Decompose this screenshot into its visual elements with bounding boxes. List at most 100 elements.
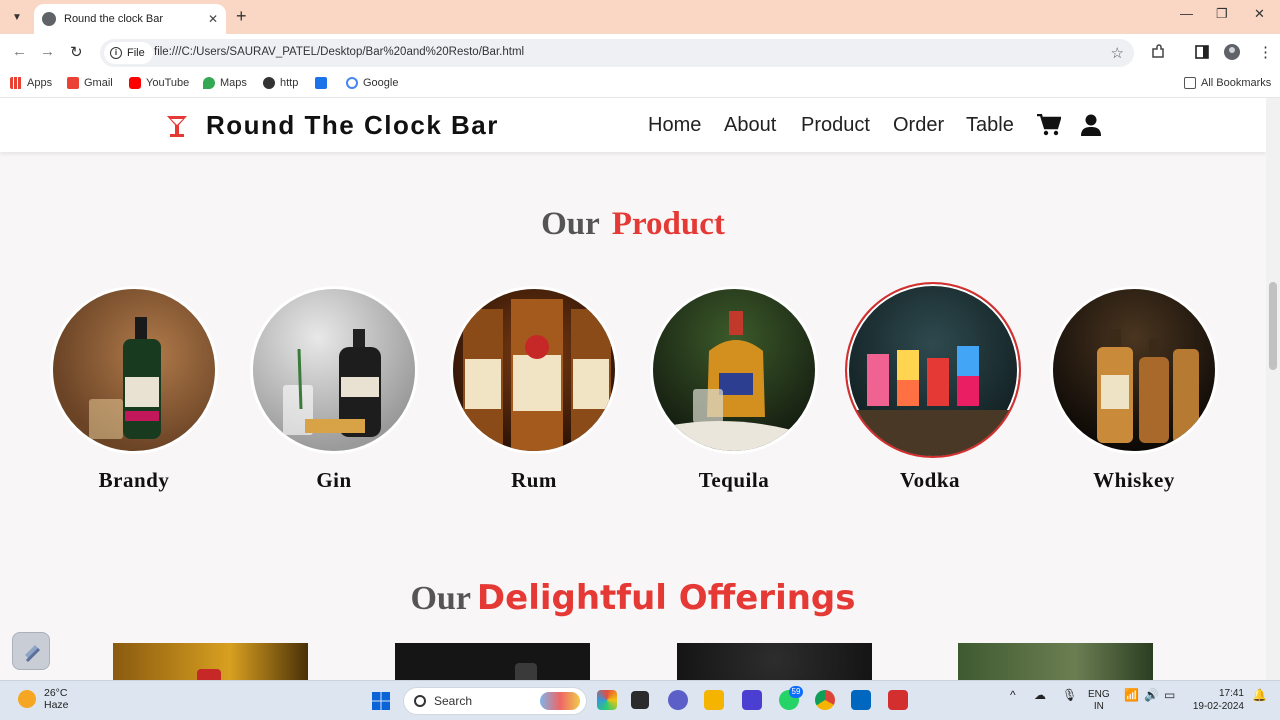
minimize-button[interactable]: — — [1180, 6, 1193, 21]
bottle-illustration — [283, 329, 381, 437]
acrobat-reader-icon[interactable] — [888, 690, 908, 710]
search-label: Search — [434, 694, 473, 708]
site-favicon-icon — [315, 77, 327, 89]
weather-condition: Haze — [44, 699, 69, 711]
back-button[interactable]: ← — [12, 43, 27, 60]
battery-icon[interactable]: ▭ — [1164, 689, 1175, 701]
bookmark-http[interactable]: http — [263, 77, 298, 89]
bottle-illustration — [89, 317, 161, 439]
browser-tab[interactable]: Round the clock Bar ✕ — [34, 4, 226, 34]
file-chip-label: File — [127, 47, 145, 59]
youtube-icon — [129, 77, 141, 89]
brandy-image — [50, 286, 218, 454]
wifi-icon[interactable]: 📶 — [1124, 689, 1139, 701]
browser-menu-icon[interactable]: ⋮ — [1258, 43, 1273, 61]
product-name: Tequila — [698, 468, 770, 492]
offering-card-image[interactable] — [395, 643, 590, 680]
haze-sun-icon — [18, 690, 36, 708]
all-bookmarks[interactable]: All Bookmarks — [1184, 77, 1271, 89]
globe-icon — [263, 77, 275, 89]
product-card-gin[interactable]: Gin — [249, 286, 419, 493]
bookmark-gmail[interactable]: Gmail — [67, 77, 113, 89]
nav-about[interactable]: About — [724, 114, 776, 137]
restore-button[interactable]: ❐ — [1216, 6, 1228, 22]
url-text[interactable]: file:///C:/Users/SAURAV_PATEL/Desktop/Ba… — [154, 46, 524, 58]
nav-product[interactable]: Product — [801, 114, 870, 137]
site-header: Round The Clock Bar Home About Product O… — [0, 98, 1266, 152]
floating-widget-button[interactable] — [12, 632, 50, 670]
onedrive-cloud-icon[interactable]: ☁ — [1034, 689, 1046, 701]
product-card-vodka[interactable]: Vodka — [845, 282, 1021, 493]
bookmark-blank[interactable] — [315, 77, 332, 89]
nav-order[interactable]: Order — [893, 114, 944, 137]
windows-start-icon[interactable] — [372, 692, 390, 710]
bottle-illustration — [653, 311, 815, 451]
scrollbar-thumb[interactable] — [1269, 282, 1277, 370]
brand-title[interactable]: Round The Clock Bar — [206, 110, 499, 141]
system-clock[interactable]: 17:41 19-02-2024 — [1190, 687, 1244, 713]
bottle-cap-shape — [197, 669, 221, 680]
search-icon — [414, 695, 426, 707]
task-view-icon[interactable] — [631, 691, 649, 709]
offering-card-image[interactable] — [113, 643, 308, 680]
browser-tab-bar: ▼ Round the clock Bar ✕ + — ❐ ✕ — [0, 0, 1280, 34]
cart-icon[interactable] — [1037, 114, 1061, 136]
bookmark-apps[interactable]: Apps — [10, 77, 52, 89]
product-name: Rum — [511, 468, 557, 492]
tab-search-chevron-icon[interactable]: ▼ — [6, 6, 28, 28]
notification-bell-icon[interactable]: 🔔 — [1252, 689, 1267, 701]
bookmark-youtube[interactable]: YouTube — [129, 77, 189, 89]
site-info-chip[interactable]: i File — [104, 42, 153, 64]
temperature: 26°C — [44, 687, 68, 699]
weather-widget[interactable]: 26°C Haze — [18, 687, 69, 711]
bookmark-maps[interactable]: Maps — [203, 77, 247, 89]
nav-home[interactable]: Home — [648, 114, 701, 137]
rum-image — [450, 286, 618, 454]
bookmark-google[interactable]: Google — [346, 77, 398, 89]
microsoft-store-icon[interactable] — [851, 690, 871, 710]
chrome-icon[interactable] — [815, 690, 835, 710]
reload-button[interactable]: ↻ — [70, 43, 83, 61]
extensions-icon[interactable] — [1150, 44, 1166, 60]
product-card-rum[interactable]: Rum — [449, 286, 619, 493]
tequila-image — [650, 286, 818, 454]
shots-illustration — [847, 346, 1019, 456]
offerings-section-title: Our Delightful Offerings — [410, 578, 856, 618]
offering-card-image[interactable] — [958, 643, 1153, 680]
cocktail-glass-icon — [167, 116, 187, 137]
folder-icon — [1184, 77, 1196, 89]
product-card-brandy[interactable]: Brandy — [49, 286, 219, 493]
close-tab-icon[interactable]: ✕ — [208, 12, 218, 26]
language-indicator[interactable]: ENG IN — [1088, 689, 1110, 713]
page-scrollbar[interactable] — [1266, 98, 1280, 680]
address-bar[interactable]: i File file:///C:/Users/SAURAV_PATEL/Des… — [100, 39, 1134, 67]
nav-table[interactable]: Table — [966, 114, 1014, 137]
show-hidden-icons-chevron[interactable]: ^ — [1010, 689, 1016, 701]
vs-app-icon[interactable] — [742, 690, 762, 710]
google-icon — [346, 77, 358, 89]
tab-title: Round the clock Bar — [64, 13, 164, 25]
info-icon: i — [110, 47, 122, 59]
new-tab-button[interactable]: + — [236, 6, 247, 27]
address-toolbar: ← → ↻ i File file:///C:/Users/SAURAV_PAT… — [0, 34, 1280, 72]
microphone-icon[interactable]: 🎙 — [1062, 689, 1077, 701]
product-card-tequila[interactable]: Tequila — [649, 286, 819, 493]
maps-pin-icon — [203, 77, 215, 89]
bookmark-star-icon[interactable]: ☆ — [1111, 44, 1124, 62]
side-panel-icon[interactable] — [1194, 44, 1210, 60]
product-name: Whiskey — [1093, 468, 1175, 492]
bottle-neck-shape — [515, 663, 537, 680]
teams-chat-icon[interactable] — [668, 690, 688, 710]
copilot-icon[interactable] — [597, 690, 617, 710]
profile-avatar[interactable] — [1224, 44, 1240, 60]
product-card-whiskey[interactable]: Whiskey — [1049, 286, 1219, 493]
user-icon[interactable] — [1081, 114, 1101, 136]
page-viewport: Round The Clock Bar Home About Product O… — [0, 98, 1266, 680]
close-window-button[interactable]: ✕ — [1254, 6, 1265, 22]
file-explorer-icon[interactable] — [704, 690, 724, 710]
taskbar-search[interactable]: Search — [403, 687, 587, 715]
volume-icon[interactable]: 🔊 — [1144, 689, 1159, 701]
offering-card-image[interactable] — [677, 643, 872, 680]
forward-button[interactable]: → — [40, 43, 55, 60]
bottle-illustration — [1097, 329, 1199, 443]
